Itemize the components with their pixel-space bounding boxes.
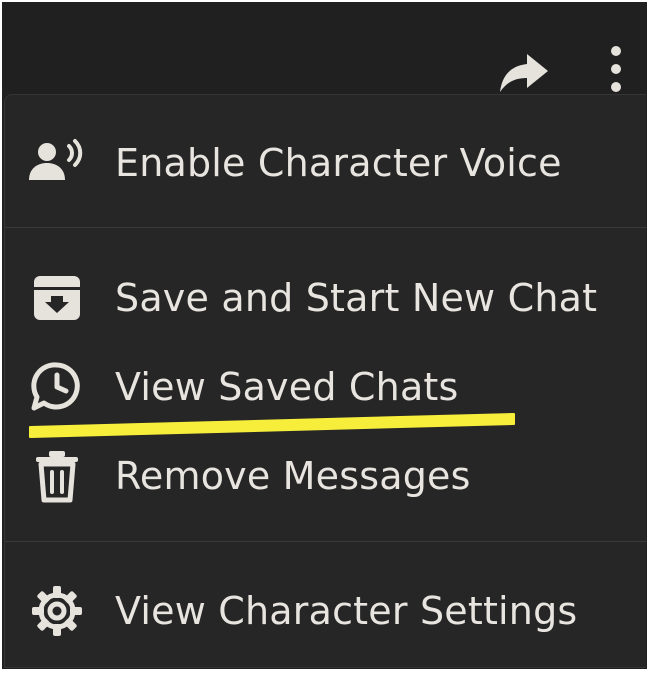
menu-item-label: Save and Start New Chat [115,276,598,320]
menu-divider [5,541,647,542]
app-screen: Enable Character Voice Save and Start Ne… [2,2,647,669]
screenshot-frame: Enable Character Voice Save and Start Ne… [0,0,651,673]
voice-speaker-icon [25,131,89,195]
more-vertical-icon [611,46,621,92]
menu-item-label: View Saved Chats [115,365,459,409]
menu-item-label: View Character Settings [115,589,578,633]
highlight-underline [29,413,515,438]
chat-options-menu: Enable Character Voice Save and Start Ne… [4,94,647,668]
more-options-button[interactable] [600,42,632,96]
menu-item-label: Remove Messages [115,454,471,498]
gear-icon [25,579,89,643]
share-arrow-icon [500,54,548,92]
menu-divider [5,227,647,228]
archive-box-icon [25,266,89,330]
menu-item-save-new-chat[interactable]: Save and Start New Chat [5,258,647,338]
menu-item-enable-voice[interactable]: Enable Character Voice [5,123,647,203]
share-button[interactable] [496,48,552,98]
menu-item-remove-messages[interactable]: Remove Messages [5,436,647,516]
trash-icon [25,444,89,508]
menu-item-label: Enable Character Voice [115,141,562,185]
menu-item-character-settings[interactable]: View Character Settings [5,571,647,651]
